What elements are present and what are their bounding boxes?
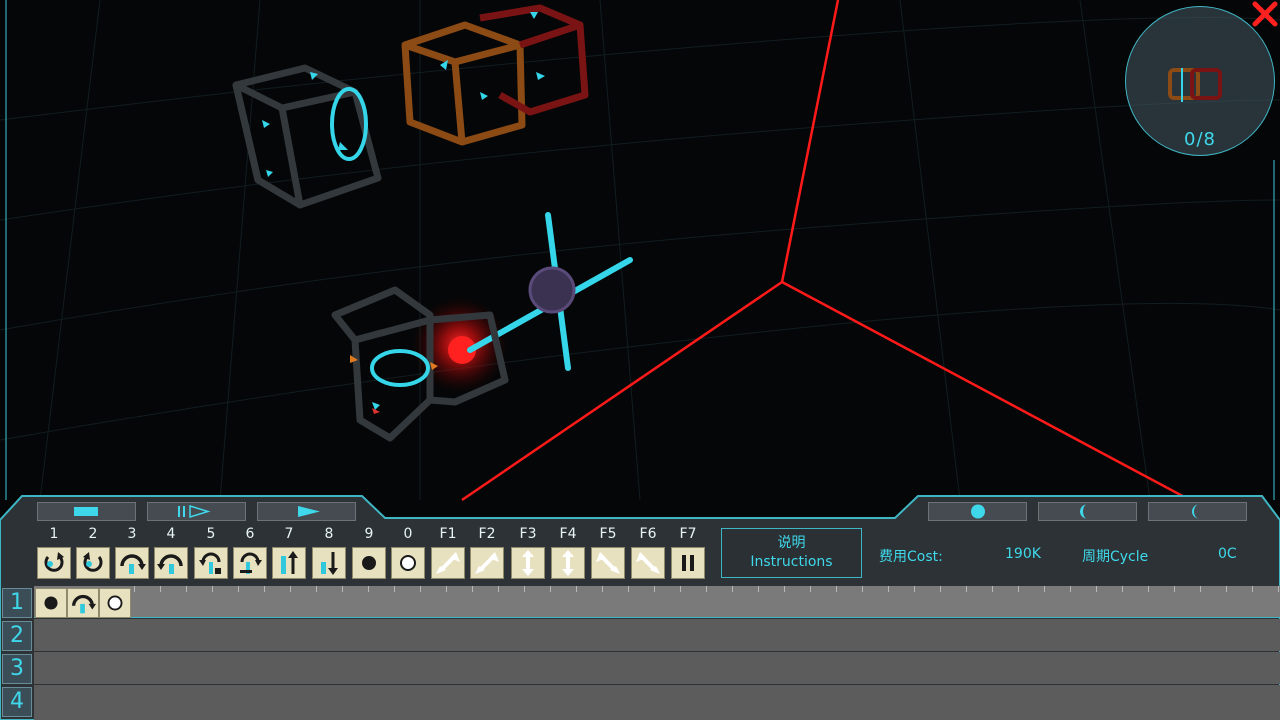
empty-circle-icon xyxy=(107,595,123,611)
rotate-ccw-tile[interactable] xyxy=(76,547,110,579)
key-label: F5 xyxy=(599,526,617,542)
key-label: 0 xyxy=(403,526,413,542)
play-button[interactable] xyxy=(257,502,356,521)
rotate-cw-tile[interactable] xyxy=(37,547,71,579)
minimap[interactable]: 0/8 xyxy=(1125,6,1275,156)
half-moon-icon xyxy=(1080,504,1087,519)
retract-down-tile[interactable] xyxy=(312,547,346,579)
program-row-4-number[interactable]: 4 xyxy=(2,687,32,717)
pause-icon xyxy=(682,555,694,571)
diagonal-arrow-icon xyxy=(436,552,460,574)
drop-tile[interactable] xyxy=(391,547,425,579)
grab-pivot-ccw-icon xyxy=(240,552,262,574)
play-icon xyxy=(298,506,320,517)
minimap-cages-icon xyxy=(1168,68,1222,102)
extend-up-icon xyxy=(281,551,298,574)
program-track-1[interactable] xyxy=(34,586,1280,618)
pivot-ccw-tile[interactable] xyxy=(154,547,188,579)
extend-up-tile[interactable] xyxy=(272,547,306,579)
grab-pivot-cw-tile[interactable] xyxy=(194,547,228,579)
program-row-1-number[interactable]: 1 xyxy=(2,588,32,618)
program-instruction-tile[interactable] xyxy=(35,588,67,618)
key-label: F6 xyxy=(639,526,657,542)
view-half-button[interactable] xyxy=(1038,502,1137,521)
step-icon xyxy=(178,504,211,519)
stop-icon xyxy=(74,507,98,516)
vertical-arrow-icon xyxy=(522,550,534,576)
close-icon xyxy=(1252,1,1278,27)
program-track-3[interactable] xyxy=(34,652,1280,684)
grab-pivot-ccw-tile[interactable] xyxy=(233,547,267,579)
diag-ne-sw-tile[interactable] xyxy=(431,547,465,579)
view-crescent-button[interactable] xyxy=(1148,502,1247,521)
vertical-arrow-tile[interactable] xyxy=(511,547,545,579)
vertical-arrow-icon xyxy=(562,550,574,576)
pause-tile[interactable] xyxy=(671,547,705,579)
cycle-value: 0C xyxy=(1218,546,1237,562)
key-label: 1 xyxy=(49,526,59,542)
full-circle-icon xyxy=(971,504,985,519)
cost-value: 190K xyxy=(1005,546,1041,562)
key-label: 6 xyxy=(245,526,255,542)
retract-down-icon xyxy=(321,552,338,575)
rotate-cw-icon xyxy=(44,552,64,572)
key-label: F1 xyxy=(439,526,457,542)
filled-circle-icon xyxy=(362,556,376,570)
key-label: F3 xyxy=(519,526,537,542)
pivot-ccw-icon xyxy=(157,554,183,574)
key-label: 5 xyxy=(206,526,216,542)
key-label: 2 xyxy=(88,526,98,542)
pivot-cw-tile[interactable] xyxy=(115,547,149,579)
pivot-cw-icon xyxy=(72,594,97,614)
key-label: F2 xyxy=(478,526,496,542)
key-label: 4 xyxy=(166,526,176,542)
diagonal-arrow-icon xyxy=(475,552,499,574)
diagonal-arrow-icon xyxy=(596,552,620,574)
diag-nw-se-tile[interactable] xyxy=(591,547,625,579)
filled-circle-icon xyxy=(44,596,58,610)
program-track-2[interactable] xyxy=(34,619,1280,651)
program-track-4[interactable] xyxy=(34,685,1280,720)
close-button[interactable] xyxy=(1250,0,1280,28)
diagonal-arrow-icon xyxy=(636,552,660,574)
key-label: 8 xyxy=(324,526,334,542)
crescent-icon xyxy=(1192,504,1199,519)
rotate-ccw-icon xyxy=(83,552,103,572)
instructions-button[interactable]: 说明 Instructions xyxy=(721,528,862,578)
key-label: 7 xyxy=(284,526,294,542)
key-label: 3 xyxy=(127,526,137,542)
program-row-2-number[interactable]: 2 xyxy=(2,621,32,651)
grab-tile[interactable] xyxy=(352,547,386,579)
step-button[interactable] xyxy=(147,502,246,521)
empty-circle-icon xyxy=(400,555,416,571)
diag-se-nw-tile[interactable] xyxy=(631,547,665,579)
program-row-3-number[interactable]: 3 xyxy=(2,654,32,684)
view-full-button[interactable] xyxy=(928,502,1027,521)
cost-label: 费用Cost: xyxy=(879,549,943,565)
program-instruction-tile[interactable] xyxy=(67,588,99,618)
stop-button[interactable] xyxy=(37,502,136,521)
diag-sw-ne-tile[interactable] xyxy=(470,547,504,579)
program-instruction-tile[interactable] xyxy=(99,588,131,618)
vertical-arrow-2-tile[interactable] xyxy=(551,547,585,579)
minimap-counter: 0/8 xyxy=(1184,129,1216,150)
instructions-label-cn: 说明 xyxy=(777,535,806,551)
instructions-label-en: Instructions xyxy=(750,554,833,570)
key-label: F7 xyxy=(679,526,697,542)
key-label: 9 xyxy=(364,526,374,542)
grab-pivot-cw-icon xyxy=(199,552,221,574)
cycle-label: 周期Cycle xyxy=(1082,549,1149,565)
pivot-cw-icon xyxy=(120,554,146,574)
key-label: F4 xyxy=(559,526,577,542)
